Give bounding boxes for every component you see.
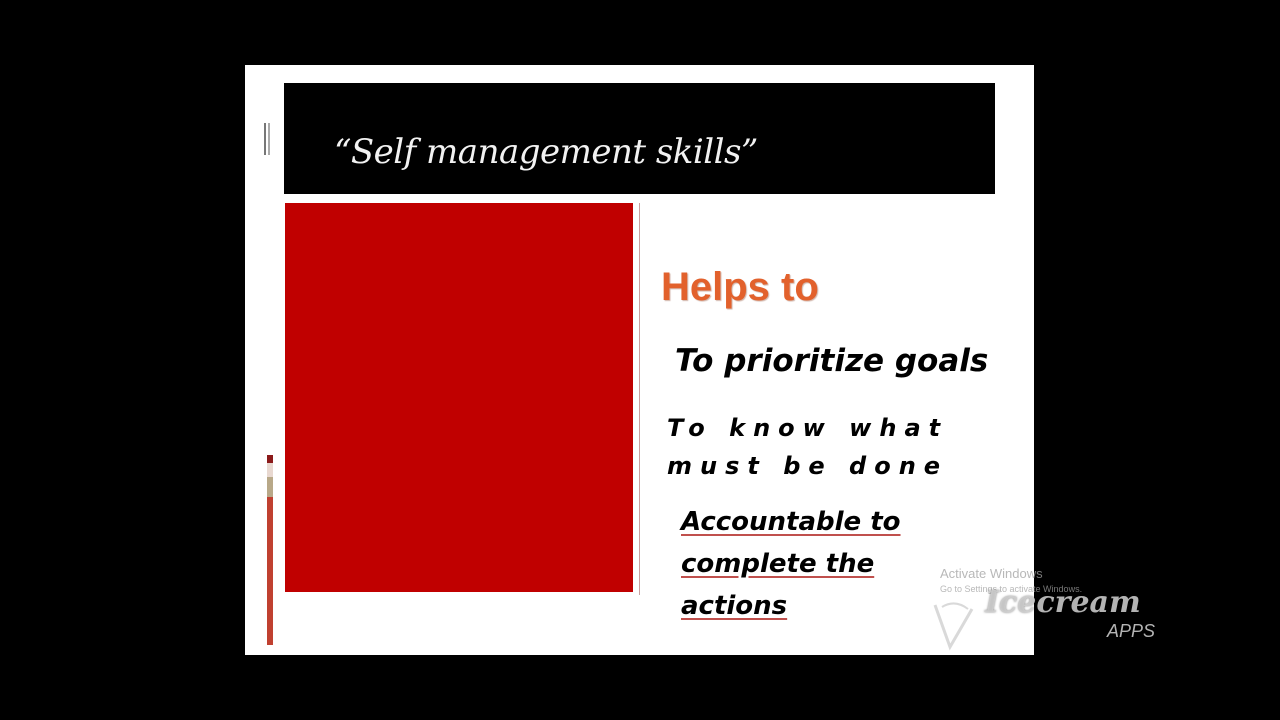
title-bar: “Self management skills” [284, 83, 995, 194]
title-bullet-marker-icon [264, 123, 274, 155]
activate-windows-title: Activate Windows [940, 566, 1043, 581]
point-accountable: Accountable to complete the actions [681, 507, 901, 621]
point-know-what-must-be-done: To know what must be done [667, 414, 949, 480]
point-prioritize-goals: To prioritize goals [675, 343, 989, 379]
watermark-apps: APPS [1107, 621, 1156, 641]
panel-divider [639, 203, 640, 595]
watermark-brand: Icecream [985, 585, 1141, 620]
slide: “Self management skills” Helps to To pri… [245, 65, 1034, 655]
helps-to-heading: Helps to [661, 265, 819, 309]
icecream-logo-icon [933, 602, 974, 651]
slide-title: “Self management skills” [334, 132, 758, 172]
red-image-panel [285, 203, 633, 592]
decorative-side-bar [267, 455, 273, 645]
icecream-watermark: Icecream APPS [930, 585, 1170, 655]
